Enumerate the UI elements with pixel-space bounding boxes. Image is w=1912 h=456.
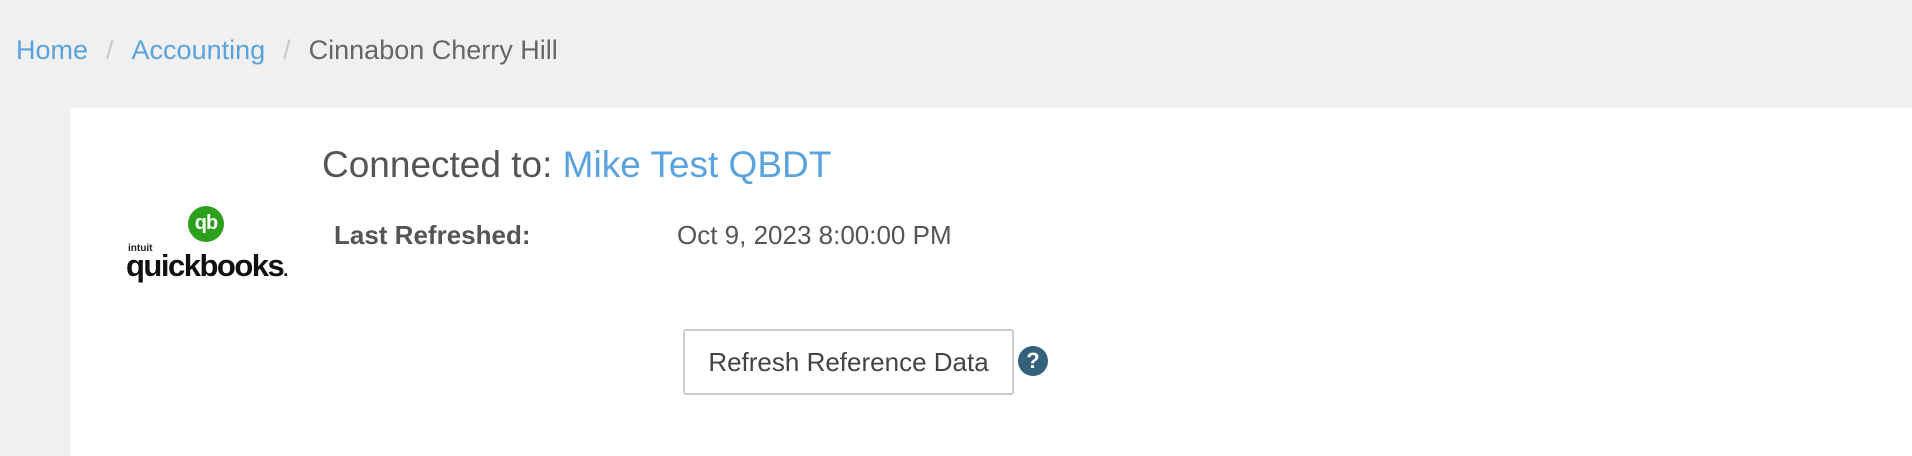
wordmark-dot: .	[283, 260, 288, 280]
quickbooks-qb-icon: qb	[188, 206, 224, 242]
connected-company-link[interactable]: Mike Test QBDT	[563, 144, 832, 185]
quickbooks-logo: qb intuit quickbooks.	[126, 206, 296, 286]
breadcrumb-current-page: Cinnabon Cherry Hill	[308, 34, 558, 65]
breadcrumb: Home / Accounting / Cinnabon Cherry Hill	[16, 30, 558, 70]
question-circle-icon[interactable]: ?	[1018, 346, 1048, 376]
quickbooks-wordmark-text: quickbooks	[126, 248, 285, 283]
last-refreshed-label: Last Refreshed:	[334, 220, 531, 250]
connection-heading: Connected to: Mike Test QBDT	[322, 144, 831, 186]
breadcrumb-accounting-link[interactable]: Accounting	[132, 35, 266, 66]
accounting-connection-panel: qb intuit quickbooks. Connected to: Mike…	[70, 108, 1912, 456]
last-refreshed-value: Oct 9, 2023 8:00:00 PM	[677, 220, 952, 250]
breadcrumb-separator: /	[106, 34, 114, 65]
connected-to-label: Connected to:	[322, 144, 553, 185]
breadcrumb-separator: /	[283, 34, 291, 65]
refresh-reference-data-button[interactable]: Refresh Reference Data	[683, 329, 1014, 395]
quickbooks-wordmark: quickbooks.	[126, 248, 288, 288]
breadcrumb-home-link[interactable]: Home	[16, 35, 88, 66]
